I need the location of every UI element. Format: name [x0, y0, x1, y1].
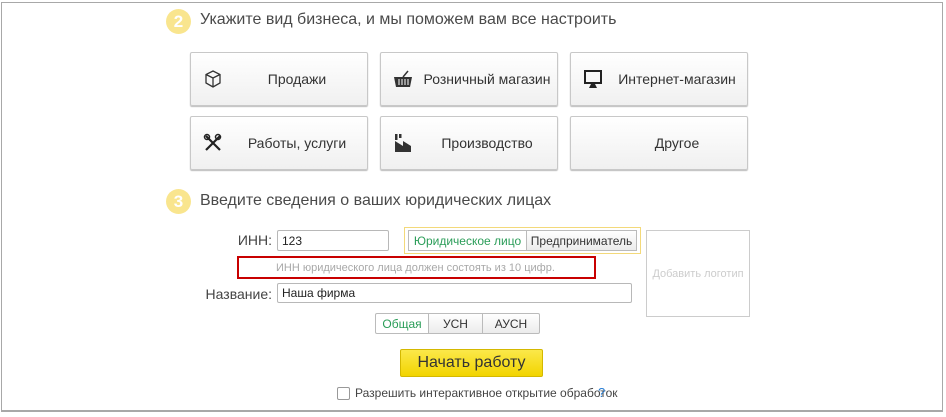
entity-type-legal-button[interactable]: Юридическое лицо — [408, 230, 527, 251]
business-type-label: Розничный магазин — [423, 71, 551, 87]
step-3-title: Введите сведения о ваших юридических лиц… — [200, 192, 552, 209]
interactive-open-label: Разрешить интерактивное открытие обработ… — [355, 386, 618, 400]
company-name-input[interactable] — [277, 283, 632, 303]
business-type-label: Производство — [441, 135, 533, 151]
tax-system-usn-button[interactable]: УСН — [428, 313, 483, 334]
step-2-title: Укажите вид бизнеса, и мы поможем вам вс… — [200, 11, 617, 28]
add-logo-button[interactable]: Добавить логотип — [646, 230, 750, 317]
business-type-services-button[interactable]: Работы, услуги — [190, 116, 368, 170]
step-2-badge: 2 — [166, 9, 191, 34]
step-3-badge: 3 — [166, 189, 191, 214]
business-type-sales-button[interactable]: Продажи — [190, 52, 368, 106]
business-type-online-store-button[interactable]: Интернет-магазин — [570, 52, 748, 106]
inn-input[interactable] — [277, 230, 389, 251]
inn-label: ИНН: — [237, 232, 272, 248]
interactive-open-checkbox[interactable] — [337, 387, 350, 400]
monitor-icon — [584, 70, 602, 88]
inn-error-message: ИНН юридического лица должен состоять из… — [276, 262, 555, 274]
business-type-label: Интернет-магазин — [618, 71, 736, 87]
basket-icon — [394, 70, 412, 87]
tax-system-ausn-button[interactable]: АУСН — [482, 313, 540, 334]
tax-system-general-button[interactable]: Общая — [375, 313, 429, 334]
name-label: Название: — [205, 286, 272, 302]
box-icon — [205, 70, 221, 88]
business-type-label: Другое — [654, 135, 700, 151]
business-type-other-button[interactable]: Другое — [570, 116, 748, 170]
tools-icon — [203, 133, 222, 151]
entity-type-entrepreneur-button[interactable]: Предприниматель — [526, 230, 637, 251]
business-type-production-button[interactable]: Производство — [380, 116, 558, 170]
business-type-label: Работы, услуги — [247, 135, 347, 151]
factory-icon — [395, 134, 411, 152]
business-type-retail-button[interactable]: Розничный магазин — [380, 52, 558, 106]
start-work-button[interactable]: Начать работу — [400, 349, 543, 377]
business-type-label: Продажи — [267, 71, 327, 87]
help-icon[interactable]: ? — [598, 385, 605, 400]
